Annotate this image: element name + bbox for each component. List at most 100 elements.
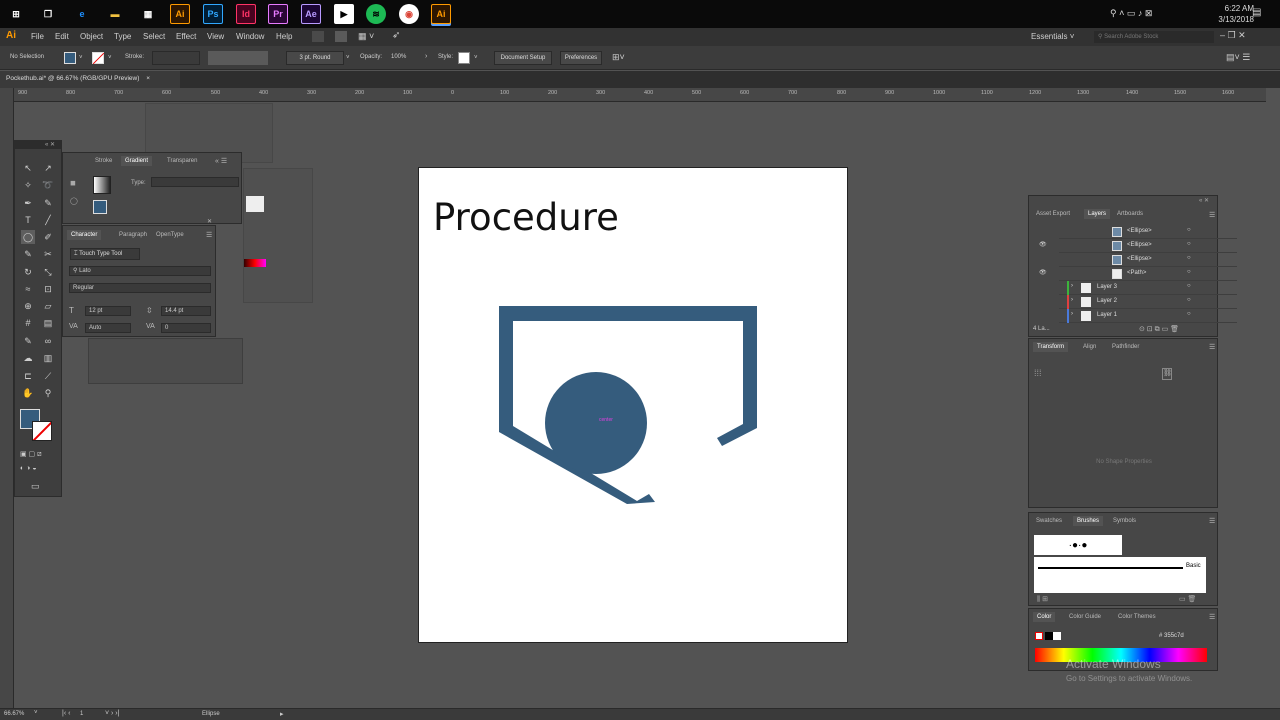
menu-select[interactable]: Select — [143, 32, 165, 41]
character-menu-icon[interactable]: ☰ — [206, 231, 212, 239]
paintbrush-tool-icon[interactable]: ✐ — [41, 230, 55, 244]
clock[interactable]: 6:22 AM 3/13/2018 — [1218, 3, 1254, 25]
opacity-arrow-icon[interactable]: › — [425, 53, 427, 60]
draw-mode-buttons[interactable]: ◐ ◑ ◒ — [20, 465, 60, 475]
document-tab[interactable]: Pockethub.ai* @ 66.67% (RGB/GPU Preview)… — [0, 71, 180, 88]
layers-close-icon[interactable]: « ✕ — [1199, 197, 1209, 204]
arrange-icon[interactable]: ⊞˅ — [612, 52, 625, 63]
tab-gradient[interactable]: Gradient — [121, 156, 153, 166]
slice-tool-icon[interactable]: ⟋ — [41, 369, 55, 383]
character-close-icon[interactable]: ✕ — [207, 218, 212, 225]
layers-footer-buttons[interactable]: ⊙ ⊡ ⧉ ▭ 🗑 — [1139, 325, 1179, 334]
opacity-label[interactable]: Opacity: — [360, 54, 382, 60]
spotify-icon[interactable]: ≋ — [366, 4, 386, 24]
menu-type[interactable]: Type — [114, 32, 131, 41]
variable-width-profile[interactable] — [208, 51, 268, 65]
magic-wand-tool-icon[interactable]: ✧ — [21, 178, 35, 192]
style-swatch[interactable] — [458, 52, 470, 64]
windows-start-icon[interactable]: ⊞ — [6, 4, 26, 24]
reference-point-icon[interactable]: ⁞⁞⁞ — [1034, 368, 1042, 378]
scissors-tool-icon[interactable]: ✂ — [41, 247, 55, 261]
ellipse-tool-icon[interactable]: ◯ — [21, 230, 35, 244]
gpu-rocket-icon[interactable]: ➶ — [392, 30, 400, 41]
shaper-tool-icon[interactable]: ✎ — [21, 247, 35, 261]
layer-row[interactable]: 👁 <Path> ○ — [1039, 267, 1237, 281]
arrange-documents-icon[interactable]: ▦ ˅ — [358, 31, 374, 42]
close-tab-icon[interactable]: × — [146, 75, 150, 82]
tab-swatches[interactable]: Swatches — [1036, 518, 1062, 524]
color-mode-buttons[interactable]: ▣ ▢ ⧄ — [20, 450, 60, 460]
layers-menu-icon[interactable]: ☰ — [1209, 211, 1215, 219]
tab-brushes[interactable]: Brushes — [1073, 516, 1104, 526]
font-size-field[interactable]: 12 pt — [85, 306, 131, 316]
menu-object[interactable]: Object — [80, 32, 103, 41]
pen-tool-icon[interactable]: ✒ — [21, 196, 35, 210]
gradient-fill-box[interactable] — [93, 200, 107, 214]
stroke-weight-field[interactable] — [152, 51, 200, 65]
indesign-taskbar-icon[interactable]: Id — [236, 4, 256, 24]
zoom-level[interactable]: 66.67% — [4, 711, 24, 717]
chrome-icon[interactable]: ◉ — [399, 4, 419, 24]
document-setup-button[interactable]: Document Setup — [494, 51, 552, 65]
workspace-switcher[interactable]: Essentials ˅ — [1031, 32, 1074, 41]
leading-field[interactable]: 14.4 pt — [161, 306, 211, 316]
fill-swatch[interactable] — [64, 52, 76, 64]
none-swatch[interactable] — [1035, 632, 1043, 640]
stock-search[interactable]: ⚲ Search Adobe Stock — [1094, 31, 1214, 43]
artboard-tool-icon[interactable]: ⊏ — [21, 369, 35, 383]
tab-character[interactable]: Character — [67, 230, 102, 240]
free-transform-tool-icon[interactable]: ⊡ — [41, 282, 55, 296]
tab-color[interactable]: Color — [1033, 612, 1056, 622]
lasso-tool-icon[interactable]: ➰ — [41, 178, 55, 192]
eyedropper-tool-icon[interactable]: ✎ — [21, 334, 35, 348]
brush-definition[interactable]: 3 pt. Round — [286, 51, 344, 65]
tab-opentype[interactable]: OpenType — [156, 232, 184, 238]
status-arrow-icon[interactable]: ▸ — [280, 710, 284, 718]
task-view-icon[interactable]: ❐ — [38, 4, 58, 24]
black-swatch[interactable] — [1045, 632, 1053, 640]
column-graph-tool-icon[interactable]: ▥ — [41, 351, 55, 365]
brush-footer-buttons[interactable]: ▭ 🗑 — [1179, 595, 1196, 603]
rotate-tool-icon[interactable]: ↻ — [21, 265, 35, 279]
transform-menu-icon[interactable]: ☰ — [1209, 343, 1215, 351]
stroke-swatch[interactable] — [92, 52, 105, 65]
fill-dropdown-icon[interactable]: ˅ — [79, 55, 83, 61]
menu-view[interactable]: View — [207, 32, 224, 41]
vertical-ruler[interactable] — [0, 88, 14, 708]
constrain-proportions-icon[interactable]: ⛓ — [1162, 368, 1172, 380]
tab-layers[interactable]: Layers — [1084, 209, 1111, 219]
menu-edit[interactable]: Edit — [55, 32, 69, 41]
color-menu-icon[interactable]: ☰ — [1209, 613, 1215, 621]
tab-color-guide[interactable]: Color Guide — [1069, 614, 1101, 620]
gradient-tool-icon[interactable]: ▤ — [41, 316, 55, 330]
style-dropdown-icon[interactable]: ˅ — [474, 55, 478, 61]
file-explorer-icon[interactable]: ▬ — [105, 4, 125, 24]
curvature-tool-icon[interactable]: ✎ — [41, 196, 55, 210]
layer-row[interactable]: › Layer 3 ○ — [1059, 281, 1237, 295]
tab-transparency[interactable]: Transparen — [167, 158, 197, 164]
layer-row[interactable]: › Layer 2 ○ — [1059, 295, 1237, 309]
hand-tool-icon[interactable]: ✋ — [21, 386, 35, 400]
perspective-grid-tool-icon[interactable]: ▱ — [41, 299, 55, 313]
panel-menu-icon[interactable]: ▤˅ ☰ — [1226, 52, 1250, 63]
gradient-preview-swatch[interactable] — [93, 176, 111, 194]
window-controls[interactable]: – ❐ ✕ — [1220, 30, 1246, 41]
panel-collapse-icon[interactable]: « ☰ — [215, 157, 227, 165]
tab-stroke[interactable]: Stroke — [95, 158, 112, 164]
menu-help[interactable]: Help — [276, 32, 292, 41]
width-tool-icon[interactable]: ≈ — [21, 282, 35, 296]
direct-selection-tool-icon[interactable]: ↗ — [41, 161, 55, 175]
blend-tool-icon[interactable]: ∞ — [41, 334, 55, 348]
gradient-type-select[interactable] — [151, 177, 239, 187]
font-style-field[interactable]: Regular — [69, 283, 211, 293]
layer-row[interactable]: <Ellipse> ○ — [1059, 225, 1237, 239]
hex-input[interactable]: # 355c7d — [1159, 633, 1184, 639]
stock-icon[interactable] — [335, 31, 347, 42]
stroke-color-box[interactable] — [32, 421, 52, 441]
scale-tool-icon[interactable]: ⤡ — [41, 265, 55, 279]
kerning-field[interactable]: Auto — [85, 323, 131, 333]
gradient-stroke-icon[interactable]: ◯ — [70, 197, 78, 205]
artboard-next-icon[interactable]: ˅ › ›| — [105, 710, 119, 717]
current-tool-status[interactable]: Ellipse — [202, 711, 220, 717]
brushes-menu-icon[interactable]: ☰ — [1209, 517, 1215, 525]
